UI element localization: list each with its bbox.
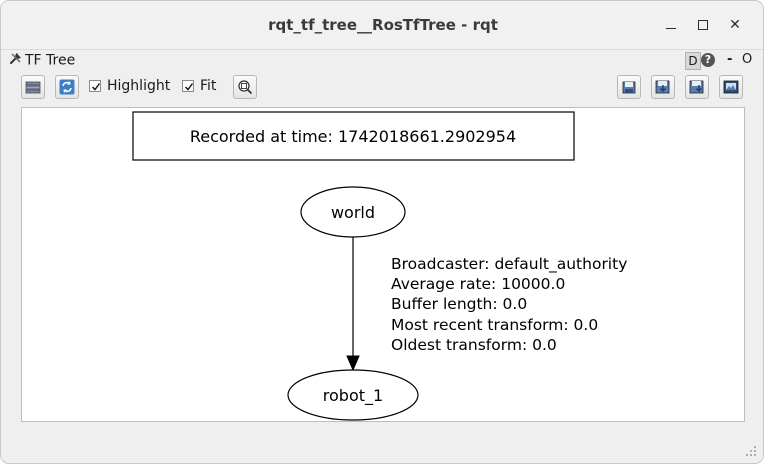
refresh-graph-button[interactable] (21, 75, 45, 99)
edge-buffer-length-label: Buffer length: 0.0 (391, 295, 527, 313)
plugin-title: TF Tree (9, 51, 75, 69)
save-image-button[interactable] (719, 75, 743, 99)
refresh-icon (59, 79, 75, 95)
maximize-button[interactable] (693, 15, 713, 35)
node-world-label: world (331, 203, 375, 222)
node-robot-1-label: robot_1 (323, 386, 383, 406)
status-bar (1, 429, 763, 463)
tf-graph: Recorded at time: 1742018661.2902954 wor… (132, 111, 627, 421)
checkmark-icon (92, 83, 101, 91)
dock-d-button[interactable]: D (685, 52, 701, 70)
toolbar: Highlight Fit (1, 73, 763, 103)
minimize-button[interactable] (661, 15, 681, 35)
open-file-icon (622, 81, 636, 94)
window-title: rqt_tf_tree__RosTfTree - rqt (268, 16, 498, 34)
save-dot-icon (655, 80, 670, 94)
save-svg-button[interactable] (685, 75, 709, 99)
fit-checkbox[interactable] (182, 80, 194, 92)
resize-grip-icon[interactable] (745, 445, 757, 457)
wrench-icon (9, 51, 25, 70)
minimize-icon (666, 28, 676, 29)
recorded-time-label: Recorded at time: 1742018661.2902954 (190, 127, 516, 146)
load-dot-button[interactable] (617, 75, 641, 99)
close-icon: ✕ (729, 17, 741, 33)
fit-in-view-button[interactable] (233, 75, 257, 99)
zoom-fit-icon (238, 80, 253, 95)
title-bar[interactable]: rqt_tf_tree__RosTfTree - rqt ✕ (1, 1, 763, 50)
plugin-title-label: TF Tree (25, 52, 76, 69)
save-dot-button[interactable] (651, 75, 675, 99)
edge-oldest-label: Oldest transform: 0.0 (391, 336, 557, 354)
minimize-plugin-button[interactable]: - (727, 52, 732, 68)
refresh-button[interactable] (55, 75, 79, 99)
close-button[interactable]: ✕ (725, 15, 745, 35)
fit-label[interactable]: Fit (200, 77, 216, 95)
save-image-icon (723, 80, 739, 94)
float-plugin-button[interactable]: O (742, 52, 752, 68)
edge-most-recent-label: Most recent transform: 0.0 (391, 316, 598, 334)
app-window: rqt_tf_tree__RosTfTree - rqt ✕ TF Tree D… (0, 0, 764, 464)
maximize-icon (698, 20, 708, 30)
plugin-header: TF Tree D ? - O (1, 49, 763, 71)
highlight-label[interactable]: Highlight (107, 77, 170, 95)
highlight-checkbox[interactable] (89, 80, 101, 92)
help-icon[interactable]: ? (701, 53, 715, 67)
graph-refresh-icon (25, 81, 41, 94)
edge-average-rate-label: Average rate: 10000.0 (391, 275, 565, 293)
save-svg-icon (689, 80, 704, 94)
checkmark-icon (185, 83, 194, 91)
edge-broadcaster-label: Broadcaster: default_authority (391, 255, 627, 274)
graph-canvas[interactable]: Recorded at time: 1742018661.2902954 wor… (21, 107, 745, 422)
tf-edge-arrowhead (346, 355, 360, 372)
